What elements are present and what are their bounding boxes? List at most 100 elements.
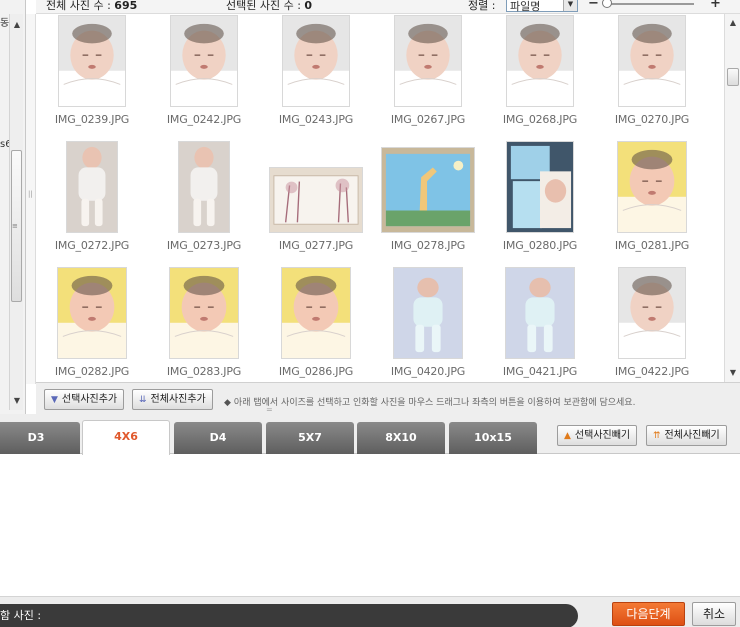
photo-image[interactable]	[506, 141, 574, 233]
photo-thumbnail[interactable]: IMG_0239.JPG	[36, 14, 148, 133]
panel-splitter[interactable]: ||	[26, 14, 36, 384]
photo-grid: IMG_0239.JPG IMG_0242.JPG IMG_0243.JPG I…	[36, 14, 724, 382]
splitter-grip-icon: ||	[28, 190, 33, 198]
selected-photo-value: 0	[304, 0, 313, 12]
zoom-slider-knob[interactable]	[602, 0, 612, 8]
scroll-up-arrow-icon[interactable]: ▲	[725, 16, 740, 30]
down-arrow-icon: ▼	[51, 395, 58, 405]
photo-filename: IMG_0243.JPG	[278, 113, 354, 126]
tab-d4[interactable]: D4	[174, 422, 262, 454]
photo-image[interactable]	[66, 141, 118, 233]
print-basket-area[interactable]	[0, 455, 740, 595]
photo-image[interactable]	[506, 15, 574, 107]
footer-bar: 함 사진 : 다음단계 취소	[0, 596, 740, 627]
photo-thumbnail[interactable]: IMG_0283.JPG	[148, 259, 260, 382]
info-bar: 전체 사진 수 : 695 선택된 사진 수 : 0 정렬 : 파일명 ▼ − …	[36, 0, 740, 14]
folder-panel: 동 s6 ▲ ≡ ▼	[0, 0, 26, 414]
double-up-arrow-icon: ⇈	[653, 431, 661, 441]
photo-thumbnail[interactable]: IMG_0278.JPG	[372, 133, 484, 259]
photo-thumbnail[interactable]: IMG_0242.JPG	[148, 14, 260, 133]
basket-status-bar: 함 사진 :	[0, 604, 578, 627]
photo-thumbnail[interactable]: IMG_0280.JPG	[484, 133, 596, 259]
photo-thumbnail[interactable]: IMG_0270.JPG	[596, 14, 708, 133]
instruction-hint: ◆ 아래 탭에서 사이즈를 선택하고 인화할 사진을 마우스 드래그나 좌측의 버…	[224, 395, 635, 408]
photo-image[interactable]	[505, 267, 575, 359]
scroll-up-arrow-icon[interactable]: ▲	[10, 18, 24, 32]
tab-10x15[interactable]: 10x15	[449, 422, 537, 454]
chevron-down-icon[interactable]: ▼	[563, 0, 577, 11]
photo-image[interactable]	[282, 15, 350, 107]
photo-thumbnail[interactable]: IMG_0273.JPG	[148, 133, 260, 259]
print-size-tabs: D3 4X6 D4 5X7 8X10 10x15 ▲ 선택사진빼기 ⇈ 전체사진빼기	[0, 414, 740, 455]
total-photo-value: 695	[114, 0, 138, 12]
photo-thumbnail[interactable]: IMG_0422.JPG	[596, 259, 708, 382]
photo-filename: IMG_0283.JPG	[166, 365, 242, 378]
tab-d3[interactable]: D3	[0, 422, 80, 454]
photo-thumbnail[interactable]: IMG_0282.JPG	[36, 259, 148, 382]
instruction-hint-text: 아래 탭에서 사이즈를 선택하고 인화할 사진을 마우스 드래그나 좌측의 버튼…	[233, 398, 636, 408]
photo-image[interactable]	[618, 267, 686, 359]
photo-image[interactable]	[269, 167, 363, 233]
photo-thumbnail[interactable]: IMG_0286.JPG	[260, 259, 372, 382]
sort-select[interactable]: 파일명 ▼	[506, 0, 578, 13]
photo-filename: IMG_0422.JPG	[614, 365, 690, 378]
grip-icon: ≡	[12, 222, 18, 230]
photo-thumbnail[interactable]: IMG_0272.JPG	[36, 133, 148, 259]
tab-4x6[interactable]: 4X6	[82, 420, 170, 455]
photo-thumbnail[interactable]: IMG_0267.JPG	[372, 14, 484, 133]
remove-all-photos-button[interactable]: ⇈ 전체사진빼기	[646, 425, 727, 446]
photo-thumbnail[interactable]: IMG_0277.JPG	[260, 133, 372, 259]
remove-selected-photos-button[interactable]: ▲ 선택사진빼기	[557, 425, 638, 446]
next-step-button[interactable]: 다음단계	[612, 602, 685, 626]
total-photo-count: 전체 사진 수 : 695	[46, 0, 137, 13]
photo-image[interactable]	[170, 15, 238, 107]
photo-thumbnail[interactable]: IMG_0243.JPG	[260, 14, 372, 133]
diamond-bullet-icon: ◆	[224, 398, 231, 408]
photo-image[interactable]	[57, 267, 127, 359]
scroll-down-arrow-icon[interactable]: ▼	[725, 366, 740, 380]
add-all-photos-button[interactable]: ⇊ 전체사진추가	[132, 389, 213, 410]
photo-image[interactable]	[381, 147, 475, 233]
cancel-button[interactable]: 취소	[692, 602, 736, 626]
photo-image[interactable]	[393, 267, 463, 359]
photo-filename: IMG_0272.JPG	[54, 239, 130, 252]
zoom-in-button[interactable]: +	[710, 0, 721, 11]
photo-thumbnail[interactable]: IMG_0421.JPG	[484, 259, 596, 382]
photo-image[interactable]	[618, 15, 686, 107]
scroll-down-arrow-icon[interactable]: ▼	[10, 394, 24, 408]
photo-grid-scrollbar[interactable]: ▲ ▼	[724, 14, 740, 382]
tab-5x7[interactable]: 5X7	[266, 422, 354, 454]
photo-image[interactable]	[178, 141, 230, 233]
photo-order-window: 동 s6 ▲ ≡ ▼ || 전체 사진 수 : 695 선택된 사진 수 : 0…	[0, 0, 740, 627]
selected-photo-count: 선택된 사진 수 : 0	[226, 0, 312, 13]
folder-panel-text-fragment: 동	[0, 18, 10, 29]
add-selected-label: 선택사진추가	[61, 394, 118, 405]
add-selected-photos-button[interactable]: ▼ 선택사진추가	[44, 389, 125, 410]
photo-filename: IMG_0420.JPG	[390, 365, 466, 378]
zoom-out-button[interactable]: −	[588, 0, 599, 11]
scroll-thumb[interactable]	[727, 68, 739, 86]
photo-image[interactable]	[394, 15, 462, 107]
photo-filename: IMG_0239.JPG	[54, 113, 130, 126]
resize-grip-icon[interactable]: =	[266, 405, 273, 414]
photo-filename: IMG_0270.JPG	[614, 113, 690, 126]
tab-8x10[interactable]: 8X10	[357, 422, 445, 454]
photo-filename: IMG_0286.JPG	[278, 365, 354, 378]
folder-scrollbar[interactable]: ▲ ≡ ▼	[9, 14, 23, 410]
basket-status-label: 함 사진 :	[0, 609, 42, 622]
add-all-label: 전체사진추가	[150, 394, 206, 405]
up-arrow-icon: ▲	[564, 431, 571, 441]
zoom-slider-track[interactable]	[604, 3, 694, 5]
photo-thumbnail[interactable]: IMG_0268.JPG	[484, 14, 596, 133]
double-down-arrow-icon: ⇊	[139, 395, 147, 405]
photo-filename: IMG_0277.JPG	[278, 239, 354, 252]
photo-filename: IMG_0281.JPG	[614, 239, 690, 252]
photo-image[interactable]	[58, 15, 126, 107]
photo-image[interactable]	[281, 267, 351, 359]
photo-image[interactable]	[169, 267, 239, 359]
photo-filename: IMG_0267.JPG	[390, 113, 466, 126]
photo-thumbnail[interactable]: IMG_0420.JPG	[372, 259, 484, 382]
photo-image[interactable]	[617, 141, 687, 233]
photo-thumbnail[interactable]: IMG_0281.JPG	[596, 133, 708, 259]
photo-filename: IMG_0268.JPG	[502, 113, 578, 126]
